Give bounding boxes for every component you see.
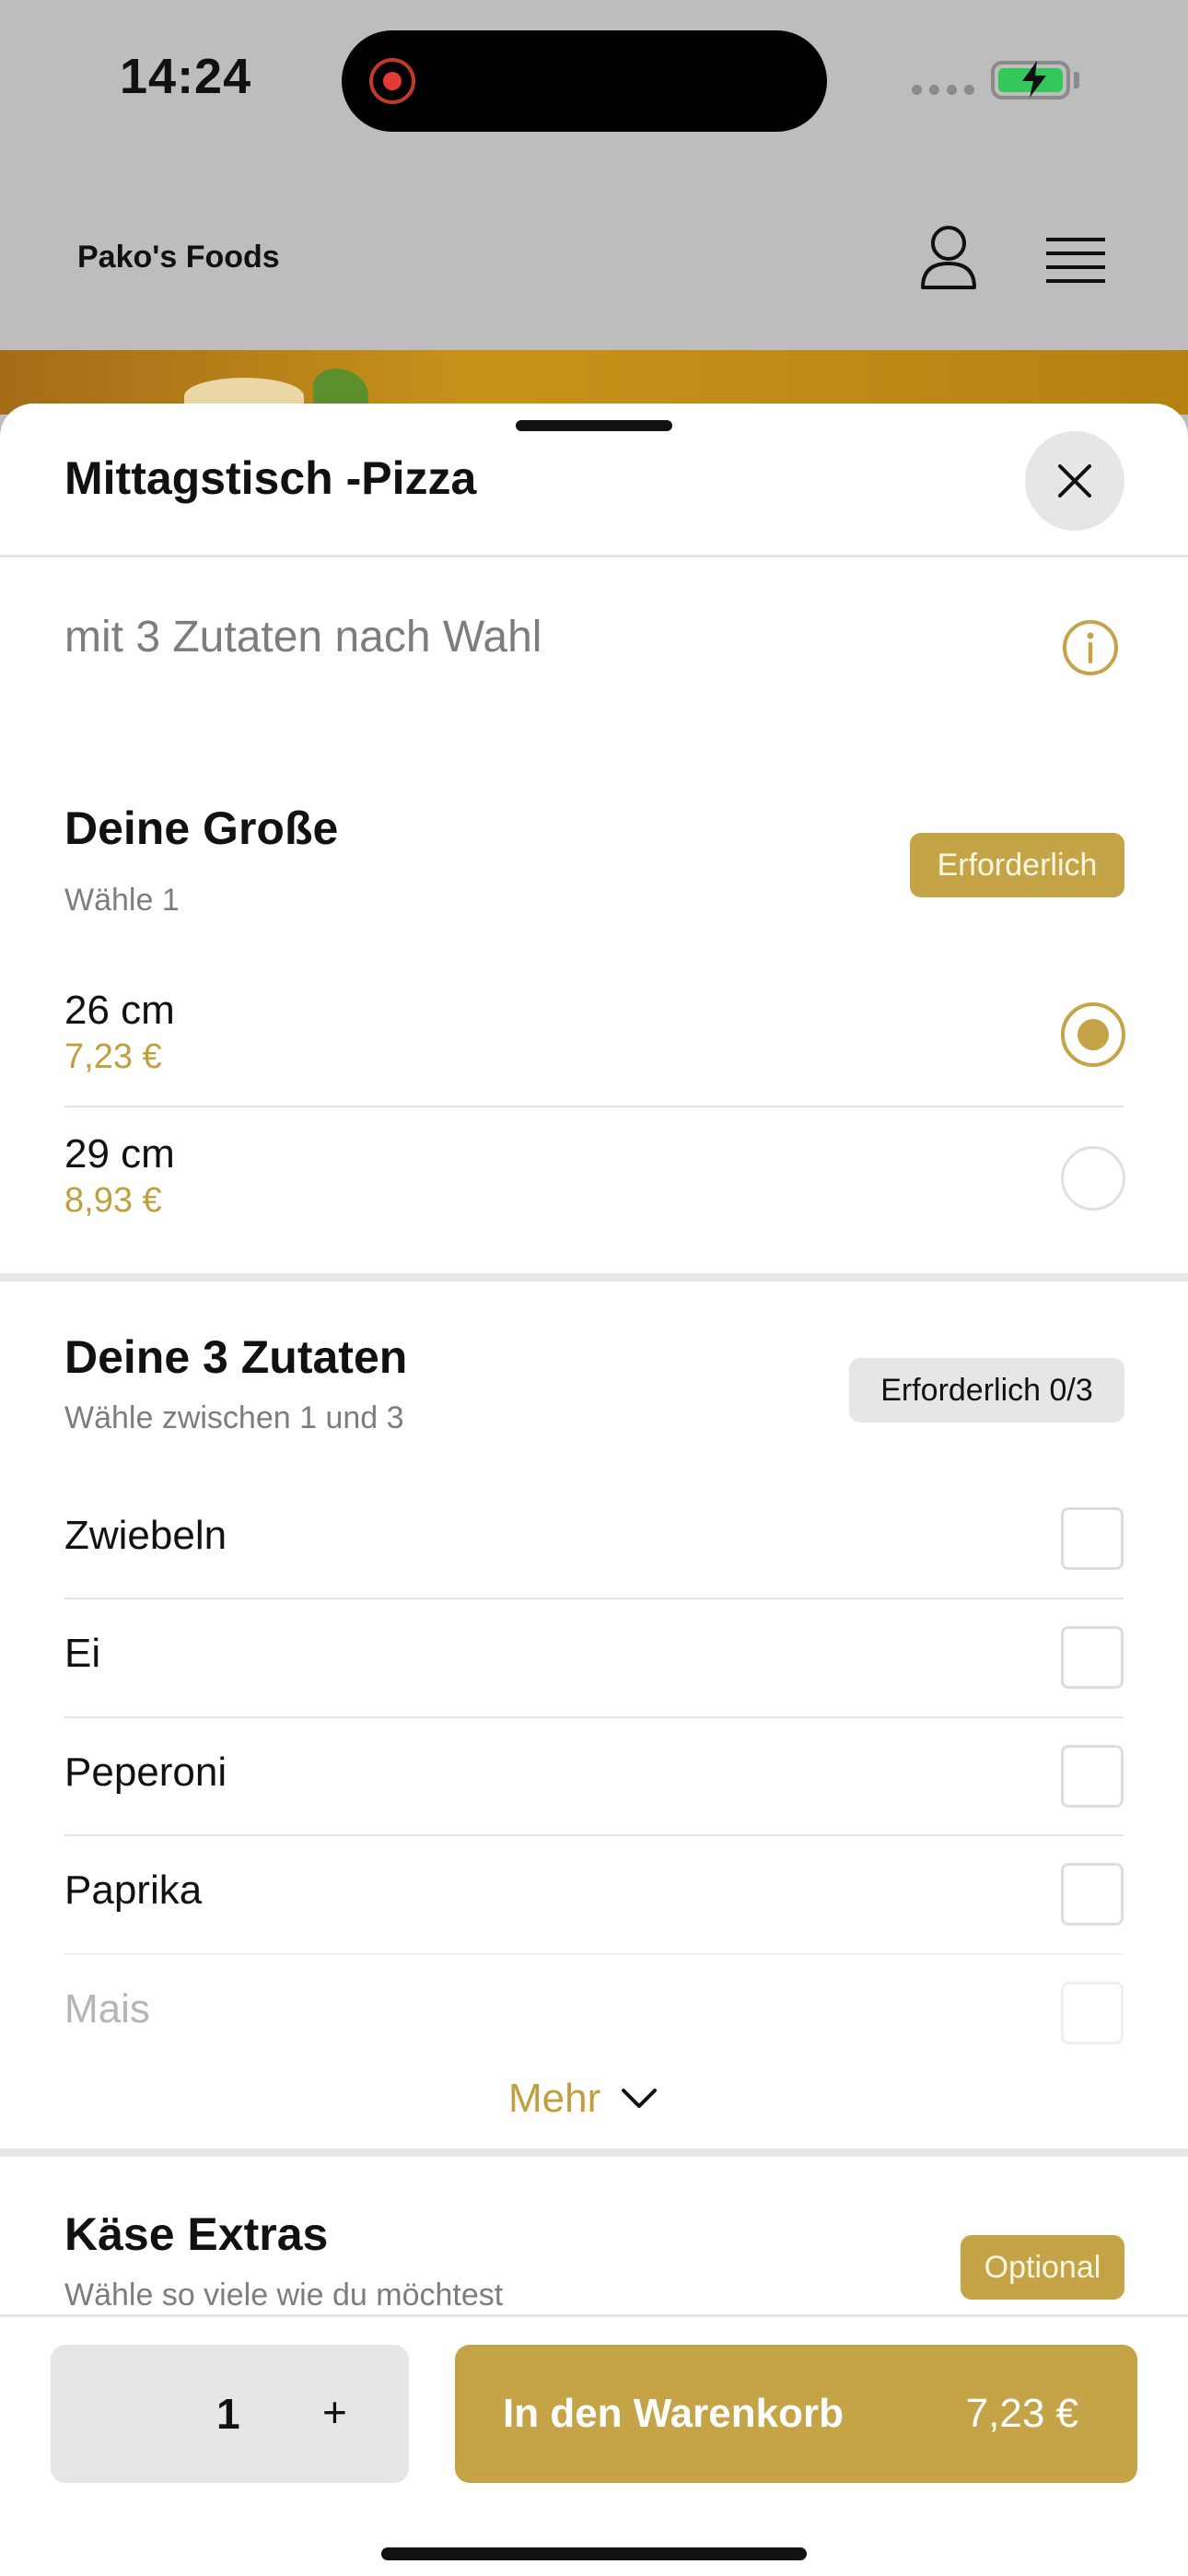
status-time: 14:24 (120, 49, 252, 104)
topping-name: Paprika (64, 1868, 203, 1913)
add-to-cart-button[interactable]: In den Warenkorb 7,23 € (455, 2345, 1137, 2483)
brand-name[interactable]: Pako's Foods (77, 240, 280, 275)
size-section-title: Deine Große (64, 802, 339, 854)
size-radio[interactable] (1061, 1146, 1125, 1211)
size-option-name: 29 cm (64, 1131, 175, 1177)
required-count-badge: Erforderlich 0/3 (849, 1358, 1124, 1423)
size-option-price: 8,93 € (64, 1181, 162, 1220)
quantity-value: 1 (216, 2390, 240, 2438)
status-bar: 14:24 (0, 0, 1188, 166)
app-header: Pako's Foods (0, 166, 1188, 350)
product-title: Mittagstisch -Pizza (64, 452, 477, 504)
topping-name: Mais (64, 1986, 150, 2032)
topping-name: Ei (64, 1631, 101, 1676)
divider (64, 1716, 1124, 1718)
divider (64, 1953, 1124, 1955)
topping-checkbox[interactable] (1061, 1745, 1124, 1808)
battery-tip (1074, 72, 1079, 88)
info-icon[interactable] (1062, 619, 1119, 676)
topping-checkbox[interactable] (1061, 1626, 1124, 1689)
divider (0, 555, 1188, 557)
toppings-section-subtitle: Wähle zwischen 1 und 3 (64, 1400, 404, 1435)
topping-name: Peperoni (64, 1750, 227, 1795)
section-divider (0, 1273, 1188, 1282)
home-indicator[interactable] (381, 2547, 807, 2560)
show-more-button[interactable]: Mehr (508, 2071, 658, 2126)
product-description: mit 3 Zutaten nach Wahl (64, 613, 542, 662)
quantity-increase-button[interactable]: + (322, 2387, 347, 2437)
dynamic-island (342, 30, 827, 132)
topping-checkbox[interactable] (1061, 1863, 1124, 1926)
section-divider (0, 2149, 1188, 2157)
product-sheet: Mittagstisch -Pizza mit 3 Zutaten nach W… (0, 404, 1188, 2576)
close-button[interactable] (1025, 431, 1124, 531)
topping-checkbox[interactable] (1061, 1982, 1124, 2044)
cheese-section-subtitle: Wähle so viele wie du möchtest (64, 2277, 504, 2313)
size-radio-selected[interactable] (1061, 1002, 1125, 1067)
quantity-stepper[interactable]: 1 + (51, 2345, 409, 2483)
add-to-cart-price: 7,23 € (965, 2391, 1078, 2436)
show-more-label: Mehr (508, 2076, 601, 2121)
chevron-down-icon (622, 2089, 658, 2108)
toppings-section-title: Deine 3 Zutaten (64, 1331, 408, 1383)
optional-badge: Optional (961, 2235, 1124, 2300)
divider (64, 1106, 1124, 1107)
required-badge: Erforderlich (910, 833, 1124, 897)
user-icon[interactable] (912, 221, 985, 295)
sheet-grabber[interactable] (516, 420, 672, 431)
recording-icon (369, 58, 415, 104)
size-option-name: 26 cm (64, 988, 175, 1033)
topping-name: Zwiebeln (64, 1513, 227, 1558)
close-icon (1058, 464, 1091, 498)
bottom-bar: 1 + In den Warenkorb 7,23 € (0, 2314, 1188, 2576)
size-option-price: 7,23 € (64, 1037, 162, 1076)
cheese-section-title: Käse Extras (64, 2208, 329, 2260)
battery-icon (991, 61, 1070, 100)
hamburger-menu-icon[interactable] (1039, 230, 1112, 295)
divider (64, 1598, 1124, 1599)
divider (64, 1834, 1124, 1836)
signal-icon (912, 85, 974, 95)
topping-checkbox[interactable] (1061, 1507, 1124, 1570)
add-to-cart-label: In den Warenkorb (503, 2391, 844, 2436)
size-section-subtitle: Wähle 1 (64, 883, 180, 918)
